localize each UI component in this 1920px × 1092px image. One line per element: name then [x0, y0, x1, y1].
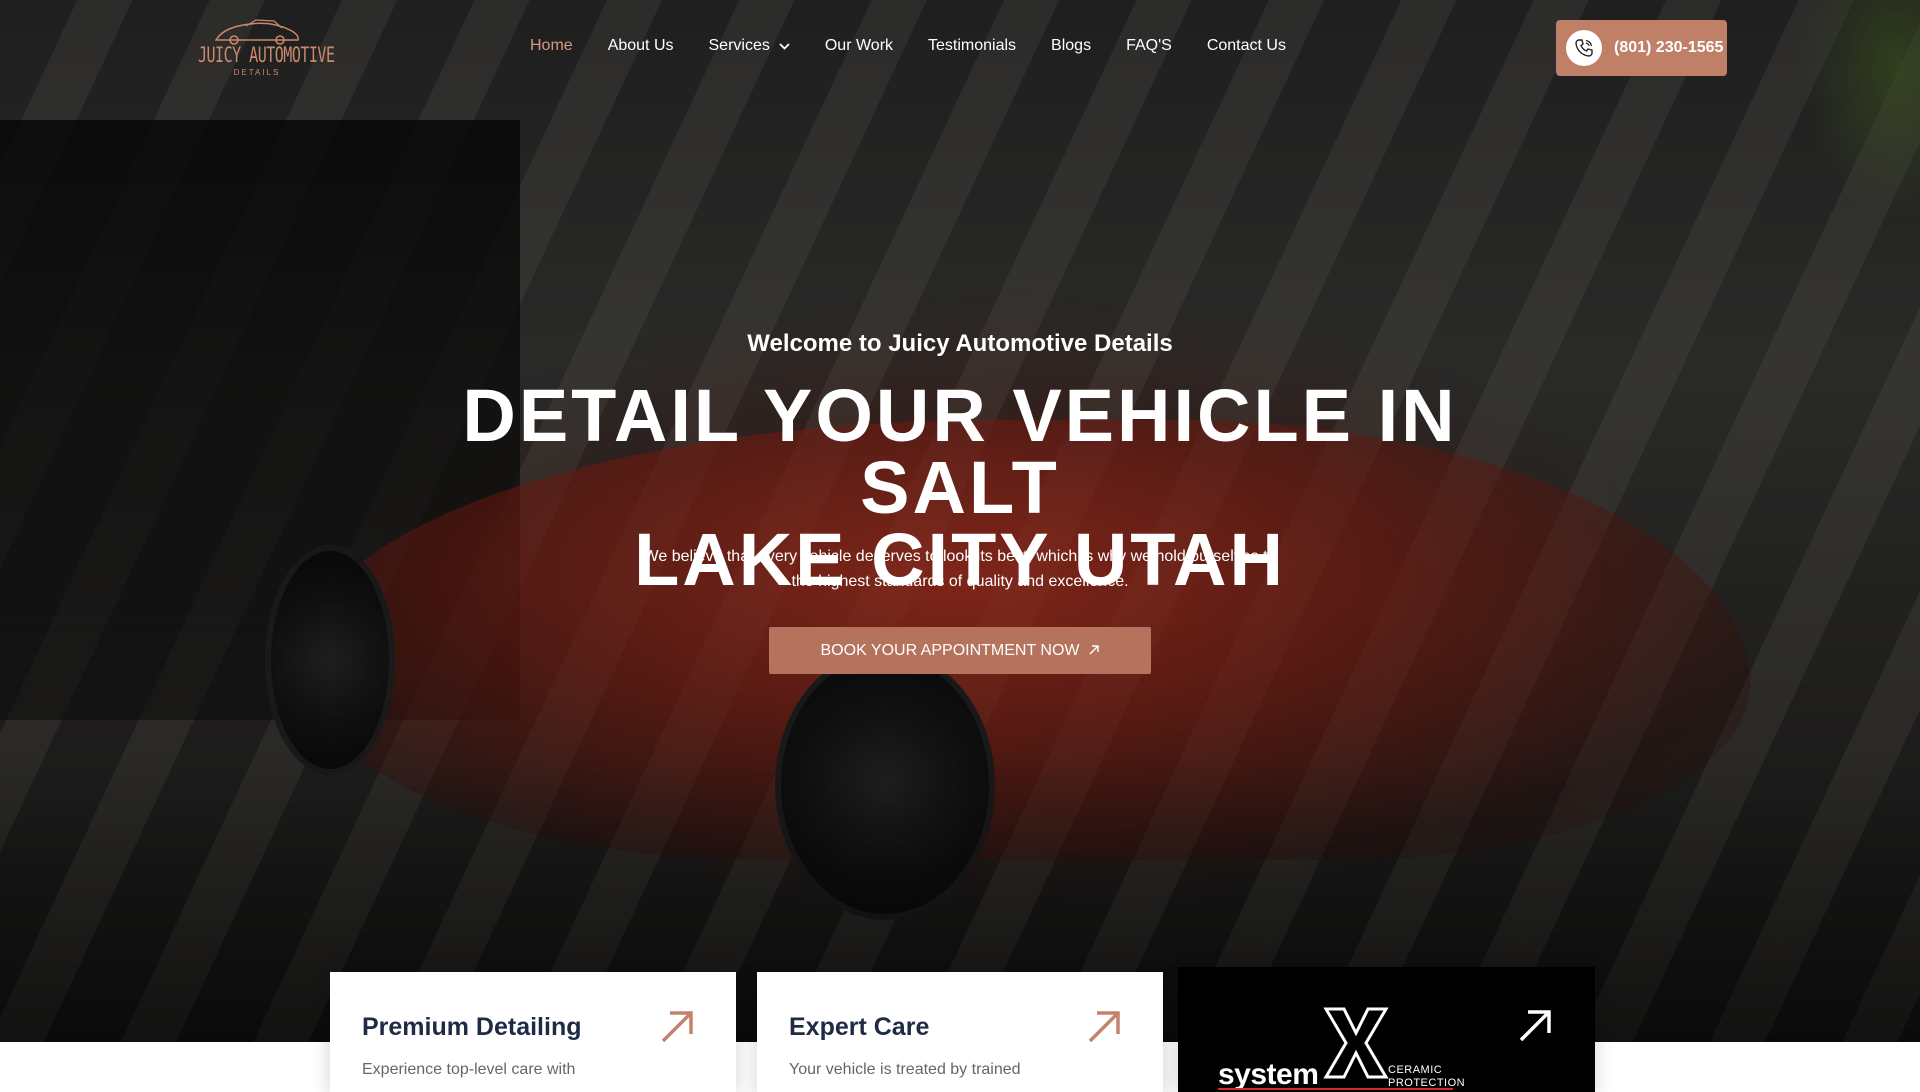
chevron-down-icon	[779, 37, 790, 55]
nav-contact-us[interactable]: Contact Us	[1207, 37, 1286, 55]
systemx-brand-card[interactable]: system CERAMIC PROTECTION	[1178, 967, 1595, 1092]
nav-about-us[interactable]: About Us	[608, 37, 674, 55]
book-appointment-button[interactable]: BOOK YOUR APPOINTMENT NOW	[769, 627, 1151, 674]
site-logo[interactable]: JUICY AUTOMOTIVE DETAILS	[198, 16, 335, 82]
phone-icon	[1566, 30, 1602, 66]
nav-services[interactable]: Services	[709, 37, 790, 55]
hero-subtext-line1: We believe that every vehicle deserves t…	[643, 548, 1277, 565]
logo-main-text: JUICY AUTOMOTIVE	[198, 42, 335, 68]
feature-card-premium-detailing[interactable]: Premium Detailing Experience top-level c…	[330, 972, 736, 1092]
arrow-up-right-icon	[1087, 1010, 1121, 1049]
site-header: JUICY AUTOMOTIVE DETAILS Home About Us S…	[0, 0, 1920, 96]
nav-blogs[interactable]: Blogs	[1051, 37, 1091, 55]
systemx-x-mark	[1322, 1007, 1390, 1084]
main-nav: Home About Us Services Our Work Testimon…	[530, 37, 1321, 55]
logo-sub-text: DETAILS	[233, 68, 281, 77]
systemx-logo: system CERAMIC PROTECTION	[1218, 1007, 1468, 1091]
card-title: Expert Care	[789, 1013, 930, 1041]
nav-testimonials[interactable]: Testimonials	[928, 37, 1016, 55]
arrow-up-right-icon	[1518, 1009, 1552, 1048]
arrow-up-right-icon	[660, 1010, 694, 1049]
systemx-word: system	[1218, 1058, 1319, 1091]
hero-welcome: Welcome to Juicy Automotive Details	[747, 330, 1173, 357]
card-description: Experience top-level care with	[362, 1061, 576, 1078]
nav-faqs[interactable]: FAQ'S	[1126, 37, 1172, 55]
systemx-red-line	[1218, 1088, 1453, 1090]
nav-home[interactable]: Home	[530, 37, 573, 55]
card-description: Your vehicle is treated by trained	[789, 1061, 1021, 1078]
card-title: Premium Detailing	[362, 1013, 582, 1041]
phone-button[interactable]: (801) 230-1565	[1556, 20, 1727, 76]
hero-headline-line1: DETAIL YOUR VEHICLE IN SALT	[462, 374, 1458, 529]
systemx-tag-ceramic: CERAMIC	[1388, 1064, 1443, 1076]
nav-our-work[interactable]: Our Work	[825, 37, 893, 55]
hero-subtext: We believe that every vehicle deserves t…	[640, 544, 1280, 594]
nav-services-label: Services	[708, 37, 770, 54]
phone-number: (801) 230-1565	[1614, 39, 1724, 56]
hero-subtext-line2: the highest standards of quality and exc…	[791, 573, 1129, 590]
cta-label: BOOK YOUR APPOINTMENT NOW	[820, 641, 1080, 659]
feature-card-expert-care[interactable]: Expert Care Your vehicle is treated by t…	[757, 972, 1163, 1092]
arrow-up-right-icon	[1088, 643, 1100, 659]
